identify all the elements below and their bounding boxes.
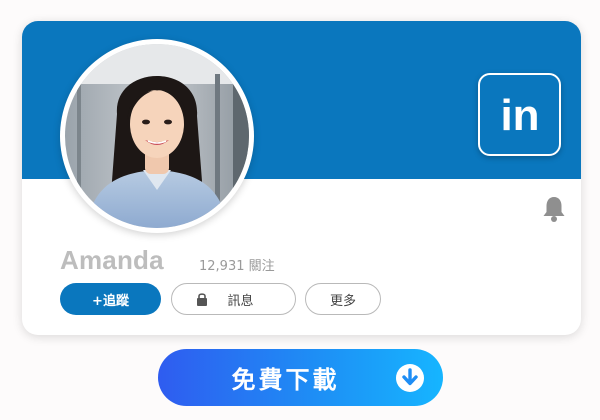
linkedin-logo-icon: in — [478, 73, 561, 156]
linkedin-logo-text: in — [500, 92, 539, 138]
profile-name: Amanda — [60, 245, 164, 275]
message-button[interactable]: 訊息 — [171, 283, 296, 315]
download-arrow-icon — [395, 363, 425, 397]
avatar[interactable] — [60, 39, 254, 233]
bell-icon[interactable] — [541, 195, 567, 227]
follower-count: 12,931 關注 — [199, 259, 275, 274]
follow-button[interactable]: +追蹤 — [60, 283, 161, 315]
message-button-label: 訊息 — [227, 293, 254, 309]
stage: in Amanda 12,931 關注 +追蹤 訊息 更多 免費下載 — [0, 0, 600, 420]
download-button-label: 免費下載 — [231, 366, 340, 394]
more-button[interactable]: 更多 — [305, 283, 381, 315]
lock-icon — [196, 292, 208, 310]
profile-card: in Amanda 12,931 關注 +追蹤 訊息 更多 — [22, 21, 581, 335]
download-button[interactable]: 免費下載 — [158, 349, 443, 406]
